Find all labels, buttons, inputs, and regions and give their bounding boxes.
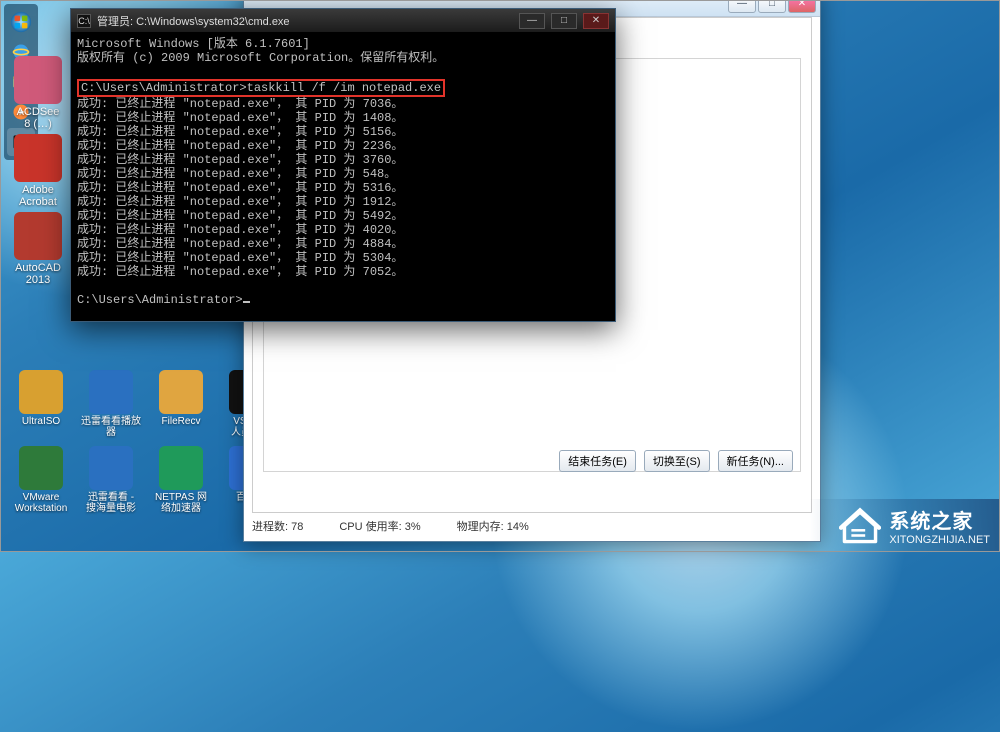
acrobat-icon (14, 134, 62, 182)
taskmgr-statusbar: 进程数: 78 CPU 使用率: 3% 物理内存: 14% (252, 517, 812, 535)
cmd-minimize-button[interactable]: — (519, 13, 545, 29)
desktop-icon-label: UltraISO (6, 416, 76, 427)
desktop-icon-ultraiso[interactable]: UltraISO (6, 370, 76, 446)
taskmgr-actions: 结束任务(E) 切换至(S) 新任务(N)... (559, 450, 793, 472)
desktop-icon-label: VMware Workstation (6, 492, 76, 514)
desktop-icon-label: ACDSee 8 (…) (6, 106, 70, 130)
cmd-titlebar[interactable]: C:\ 管理员: C:\Windows\system32\cmd.exe — □… (71, 9, 615, 33)
desktop-icon-label: Adobe Acrobat (6, 184, 70, 208)
start-orb[interactable] (7, 8, 35, 36)
ultraiso-icon (19, 370, 63, 414)
minimize-button[interactable]: — (728, 0, 756, 13)
switch-to-button[interactable]: 切换至(S) (644, 450, 710, 472)
maximize-button[interactable]: □ (758, 0, 786, 13)
watermark: 系统之家 XITONGZHIJIA.NET (809, 499, 1000, 552)
watermark-title: 系统之家 (889, 505, 990, 534)
status-proc-count: 进程数: 78 (252, 518, 303, 534)
cmd-title: 管理员: C:\Windows\system32\cmd.exe (97, 13, 513, 29)
filerecv-icon (159, 370, 203, 414)
cmd-window[interactable]: C:\ 管理员: C:\Windows\system32\cmd.exe — □… (70, 8, 616, 322)
xunlei2-icon (89, 446, 133, 490)
desktop-icon-acrobat[interactable]: Adobe Acrobat (6, 134, 70, 208)
desktop-icon-filerecv[interactable]: FileRecv (146, 370, 216, 446)
end-task-button[interactable]: 结束任务(E) (559, 450, 636, 472)
desktop-icon-netpas[interactable]: NETPAS 网 络加速器 (146, 446, 216, 522)
desktop-icon-acdsee[interactable]: ACDSee 8 (…) (6, 56, 70, 130)
desktop-icon-xunlei2[interactable]: 迅雷看看 - 搜海量电影 (76, 446, 146, 522)
netpas-icon (159, 446, 203, 490)
desktop-icon-label: 迅雷看看播放 器 (76, 416, 146, 438)
desktop-icon-label: AutoCAD 2013 (6, 262, 70, 286)
desktop-icon-autocad[interactable]: AutoCAD 2013 (6, 212, 70, 286)
desktop-icon-xunlei[interactable]: 迅雷看看播放 器 (76, 370, 146, 446)
cmd-icon: C:\ (77, 14, 91, 28)
desktop-icon-vmware[interactable]: VMware Workstation (6, 446, 76, 522)
desktop: C:\ ACDSee 8 (…) Adobe Acrobat AutoCAD 201… (0, 0, 1000, 552)
desktop-icon-label: 迅雷看看 - 搜海量电影 (76, 492, 146, 514)
cmd-output[interactable]: Microsoft Windows [版本 6.1.7601] 版权所有 (c)… (71, 33, 615, 321)
status-cpu: CPU 使用率: 3% (339, 518, 420, 534)
vmware-icon (19, 446, 63, 490)
house-icon (839, 507, 881, 545)
desktop-icon-label: FileRecv (146, 416, 216, 427)
close-button[interactable]: ✕ (788, 0, 816, 13)
desktop-icon-label: NETPAS 网 络加速器 (146, 492, 216, 514)
cursor (243, 301, 250, 303)
autocad-icon (14, 212, 62, 260)
highlighted-command: C:\Users\Administrator>taskkill /f /im n… (77, 79, 445, 97)
watermark-url: XITONGZHIJIA.NET (889, 534, 990, 546)
status-mem: 物理内存: 14% (457, 518, 529, 534)
cmd-maximize-button[interactable]: □ (551, 13, 577, 29)
xunlei-icon (89, 370, 133, 414)
cmd-close-button[interactable]: ✕ (583, 13, 609, 29)
acdsee-icon (14, 56, 62, 104)
new-task-button[interactable]: 新任务(N)... (718, 450, 793, 472)
